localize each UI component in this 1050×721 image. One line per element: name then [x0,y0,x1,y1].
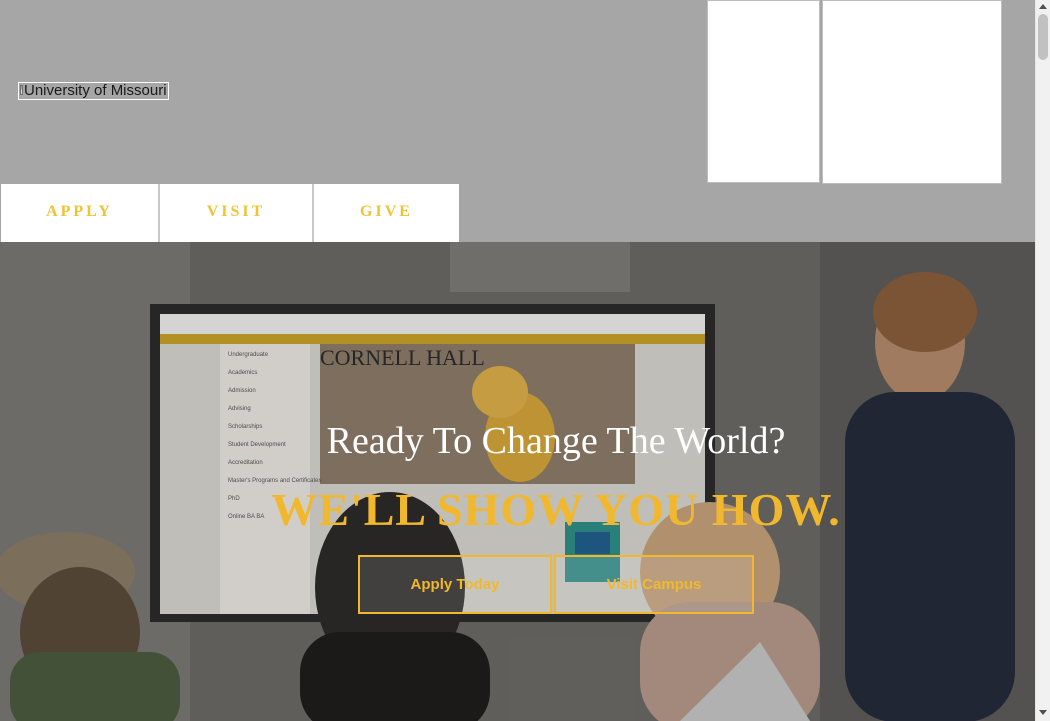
visit-campus-button[interactable]: Visit Campus [554,555,754,614]
hero-title: Ready To Change The World? [326,420,786,462]
scroll-up-arrow-icon[interactable] [1039,4,1047,9]
hero-banner: CORNELL HALL Undergraduate Academics Admis… [0,242,1035,721]
nav-give-button[interactable]: GIVE [314,184,459,242]
action-nav: APPLY VISIT GIVE [1,184,459,242]
logo-alt-text: University of Missouri [24,82,167,99]
scrollbar-thumb[interactable] [1038,14,1048,60]
scroll-down-arrow-icon[interactable] [1039,710,1047,715]
embedded-frame-left [707,0,820,183]
site-header: University of Missouri APPLY VISIT GIVE [0,0,1035,242]
page: University of Missouri APPLY VISIT GIVE … [0,0,1050,721]
broken-image-icon [20,85,23,95]
university-logo-link[interactable]: University of Missouri [18,82,169,100]
hero-cta-group: Apply Today Visit Campus [358,555,754,614]
hero-subtitle: WE'LL SHOW YOU HOW. [271,484,841,535]
nav-apply-button[interactable]: APPLY [1,184,160,242]
vertical-scrollbar[interactable] [1035,0,1050,721]
apply-today-button[interactable]: Apply Today [358,555,552,614]
embedded-frame-right [822,0,1002,184]
nav-visit-button[interactable]: VISIT [160,184,314,242]
